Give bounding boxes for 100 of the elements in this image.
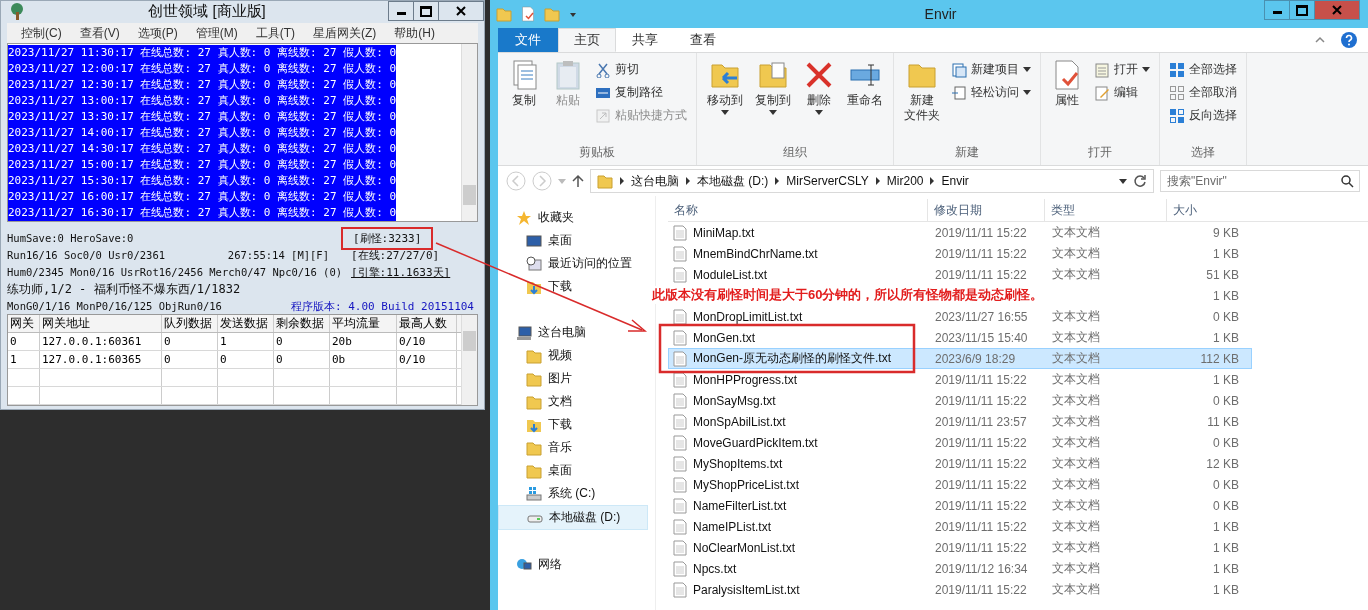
file-name[interactable]: MonSayMsg.txt xyxy=(693,393,776,408)
file-name[interactable]: ParalysisItemList.txt xyxy=(693,582,800,597)
close-button[interactable] xyxy=(1314,0,1360,20)
sidebar-item[interactable]: 文档 xyxy=(498,390,648,413)
column-header[interactable]: 类型 xyxy=(1045,199,1167,221)
file-name[interactable]: MiniMap.txt xyxy=(693,225,755,240)
column-header[interactable]: 剩余数据 xyxy=(274,315,330,332)
file-size: 0 KB xyxy=(1213,498,1239,513)
column-header[interactable]: 大小 xyxy=(1167,199,1252,221)
search-field[interactable]: 搜索"Envir" xyxy=(1160,170,1360,192)
file-name[interactable]: ModuleList.txt xyxy=(693,267,768,282)
ribbon-button[interactable]: 属性 xyxy=(1047,57,1087,110)
ribbon-button[interactable]: 移动到 xyxy=(703,57,747,117)
ribbon-tab[interactable]: 查看 xyxy=(674,28,732,52)
file-name[interactable]: MonGen-原无动态刷怪的刷怪文件.txt xyxy=(693,350,892,367)
column-header[interactable]: 名称 xyxy=(668,199,928,221)
ribbon-tab[interactable]: 文件 xyxy=(498,28,558,52)
sidebar-item[interactable]: 这台电脑 xyxy=(498,321,648,344)
menu-item[interactable]: 工具(T) xyxy=(255,24,295,42)
minimize-button[interactable] xyxy=(388,1,414,21)
breadcrumb[interactable]: Envir xyxy=(941,174,969,188)
ribbon-button[interactable]: 轻松访问 xyxy=(948,82,1034,103)
maximize-button[interactable] xyxy=(1289,0,1315,20)
ribbon-button[interactable]: 打开 xyxy=(1091,59,1153,80)
column-header[interactable]: 网关地址 xyxy=(40,315,162,332)
ribbon-tab[interactable]: 主页 xyxy=(558,28,616,52)
file-date: 2023/11/27 16:55 xyxy=(935,309,1028,324)
file-name[interactable]: MonGen.txt xyxy=(693,330,756,345)
sidebar-item[interactable]: 视频 xyxy=(498,344,648,367)
ribbon-button[interactable]: 新建项目 xyxy=(948,59,1034,80)
ribbon-button[interactable]: 新建 文件夹 xyxy=(900,57,944,125)
sidebar-item[interactable]: 网络 xyxy=(498,553,648,576)
menu-item[interactable]: 查看(V) xyxy=(79,24,120,42)
pencil-document-icon xyxy=(1094,84,1110,101)
status-text: Hum0/2345 Mon0/16 UsrRot16/2456 Merch0/47 Npc0/16 (0) xyxy=(7,266,343,278)
file-date: 2019/11/11 15:22 xyxy=(935,456,1027,471)
sidebar-item[interactable]: 音乐 xyxy=(498,436,648,459)
sidebar-item[interactable]: 收藏夹 xyxy=(498,206,648,229)
column-header[interactable]: 网关 xyxy=(8,315,40,332)
scrollbar[interactable] xyxy=(461,315,477,405)
file-name[interactable]: MyShopPriceList.txt xyxy=(693,477,800,492)
sidebar-item[interactable]: 桌面 xyxy=(498,229,648,252)
sidebar-item[interactable]: 本地磁盘 (D:) xyxy=(498,505,648,530)
menu-item[interactable]: 管理(M) xyxy=(195,24,238,42)
scrollbar[interactable] xyxy=(461,44,477,221)
ribbon-button[interactable]: 复制 xyxy=(504,57,544,110)
ribbon-tab[interactable]: 共享 xyxy=(616,28,674,52)
sidebar-item[interactable]: 系统 (C:) xyxy=(498,482,648,505)
chevron-up-icon[interactable] xyxy=(1314,35,1326,45)
ribbon-button[interactable]: 复制到 xyxy=(751,57,795,117)
file-name[interactable]: NoClearMonList.txt xyxy=(693,540,796,555)
file-size: 51 KB xyxy=(1206,267,1239,282)
menu-item[interactable]: 帮助(H) xyxy=(394,24,435,42)
ribbon-button[interactable]: 复制路径 xyxy=(592,82,690,103)
engine-link[interactable]: [引擎:11.1633天] xyxy=(351,266,451,279)
menu-item[interactable]: 控制(C) xyxy=(21,24,62,42)
ribbon-button[interactable]: 剪切 xyxy=(592,59,690,80)
file-row[interactable]: MonGen-原无动态刷怪的刷怪文件.txt 2023/6/9 18:29 文本文档 112 KB xyxy=(668,348,1252,369)
ribbon-button[interactable]: 重命名 xyxy=(843,57,887,110)
column-header[interactable]: 修改日期 xyxy=(928,199,1045,221)
ribbon-button[interactable]: 全部取消 xyxy=(1166,82,1240,103)
sidebar-item[interactable]: 图片 xyxy=(498,367,648,390)
breadcrumb[interactable]: 本地磁盘 (D:) xyxy=(697,172,769,190)
ribbon-button[interactable]: 反向选择 xyxy=(1166,105,1240,126)
refresh-icon[interactable] xyxy=(1133,174,1147,188)
breadcrumb[interactable]: Mir200 xyxy=(886,174,924,188)
ribbon-button[interactable]: 全部选择 xyxy=(1166,59,1240,80)
column-header[interactable]: 最高人数 xyxy=(397,315,457,332)
file-name[interactable]: MonHPProgress.txt xyxy=(693,372,798,387)
ribbon-button[interactable]: 删除 xyxy=(799,57,839,117)
column-header[interactable]: 发送数据 xyxy=(218,315,274,332)
file-name[interactable]: MonSpAbilList.txt xyxy=(693,414,786,429)
sidebar-item[interactable]: 下载 xyxy=(498,413,648,436)
minimize-button[interactable] xyxy=(1264,0,1290,20)
checked-document-icon[interactable] xyxy=(520,6,536,22)
file-name[interactable]: NameIPList.txt xyxy=(693,519,772,534)
column-header[interactable]: 平均流量 xyxy=(330,315,397,332)
close-button[interactable] xyxy=(438,1,484,21)
status-text: Run16/16 Soc0/0 Usr0/2361 xyxy=(7,248,166,263)
file-name[interactable]: MonDropLimitList.txt xyxy=(693,309,803,324)
maximize-button[interactable] xyxy=(413,1,439,21)
caret-icon[interactable] xyxy=(1119,178,1127,184)
breadcrumb[interactable]: 这台电脑 xyxy=(631,172,679,190)
file-name[interactable]: NameFilterList.txt xyxy=(693,498,787,513)
menu-item[interactable]: 星盾网关(Z) xyxy=(313,24,377,42)
ribbon-button[interactable]: 编辑 xyxy=(1091,82,1153,103)
breadcrumb[interactable]: MirServerCSLY xyxy=(786,174,869,188)
help-icon[interactable] xyxy=(1340,31,1358,49)
file-name[interactable]: MnemBindChrName.txt xyxy=(693,246,818,261)
up-arrow-icon[interactable] xyxy=(572,174,584,188)
sidebar-item[interactable]: 最近访问的位置 xyxy=(498,252,648,275)
file-name[interactable]: Npcs.txt xyxy=(693,561,737,576)
file-name[interactable]: MyShopItems.txt xyxy=(693,456,783,471)
sidebar-item[interactable]: 下载 xyxy=(498,275,648,298)
address-bar[interactable]: 这台电脑 本地磁盘 (D:) MirServerCSLY Mir200 Envir xyxy=(590,169,1154,193)
table-cell: 0/10 xyxy=(397,333,457,350)
menu-item[interactable]: 选项(P) xyxy=(137,24,178,42)
sidebar-item[interactable]: 桌面 xyxy=(498,459,648,482)
file-name[interactable]: MoveGuardPickItem.txt xyxy=(693,435,818,450)
column-header[interactable]: 队列数据 xyxy=(162,315,218,332)
